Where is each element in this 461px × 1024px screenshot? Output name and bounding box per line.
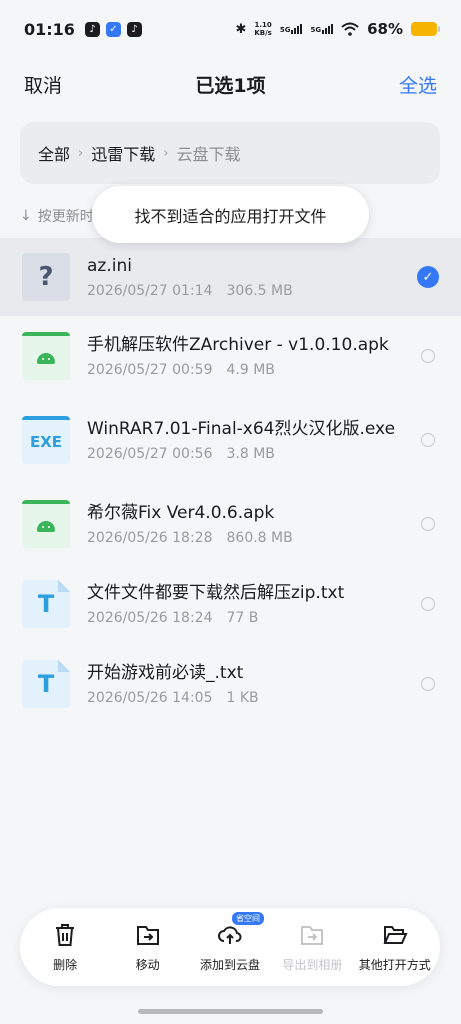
checkbox-unchecked-icon[interactable] [421, 349, 435, 363]
file-size: 306.5 MB [226, 282, 293, 299]
file-size: 3.8 MB [226, 445, 275, 462]
sort-arrow-icon: ↓ [20, 208, 32, 224]
breadcrumb-item-xunlei[interactable]: 迅雷下载 [91, 141, 155, 165]
text-file-icon: T [22, 580, 70, 628]
file-row[interactable]: 希尔薇Fix Ver4.0.6.apk 2026/05/26 18:28 860… [0, 484, 461, 564]
file-name: 文件文件都要下载然后解压zip.txt [87, 582, 345, 603]
move-icon [136, 925, 159, 945]
tiktok-icon: ♪ [126, 21, 142, 37]
chevron-right-icon: › [163, 145, 169, 161]
file-date: 2026/05/27 00:56 [87, 445, 213, 462]
cancel-button[interactable]: 取消 [24, 71, 62, 98]
android-apk-icon [22, 332, 70, 380]
app-notification-icon: ✓ [105, 21, 121, 37]
file-row[interactable]: T 开始游戏前必读_.txt 2026/05/26 14:05 1 KB [0, 644, 461, 724]
breadcrumb-item-all[interactable]: 全部 [38, 141, 70, 165]
file-row[interactable]: ? az.ini 2026/05/27 01:14 306.5 MB ✓ [0, 238, 461, 316]
bluetooth-icon: ✱ [235, 21, 247, 37]
file-name: az.ini [87, 255, 132, 276]
checkbox-unchecked-icon[interactable] [421, 677, 435, 691]
file-row[interactable]: 手机解压软件ZArchiver - v1.0.10.apk 2026/05/27… [0, 316, 461, 396]
file-size: 4.9 MB [226, 361, 275, 378]
chevron-right-icon: › [78, 145, 84, 161]
text-file-icon: T [22, 660, 70, 708]
file-size: 860.8 MB [226, 529, 293, 546]
network-speed: 1.10 KB/s [254, 21, 272, 37]
breadcrumb: 全部 › 迅雷下载 › 云盘下载 [20, 122, 440, 184]
signal-icon: 5G [310, 24, 334, 34]
file-name: 开始游戏前必读_.txt [87, 662, 244, 683]
file-date: 2026/05/27 01:14 [87, 282, 213, 299]
status-bar: 01:16 ♪ ✓ ♪ ✱ 1.10 KB/s 5G 5G 68% [0, 0, 461, 58]
exe-file-icon: EXE [22, 416, 70, 464]
cloud-upload-icon [218, 925, 242, 944]
title-bar: 取消 已选1项 全选 [0, 64, 461, 104]
tiktok-icon: ♪ [84, 21, 100, 37]
wifi-icon [341, 22, 359, 36]
android-apk-icon [22, 500, 70, 548]
home-indicator[interactable] [138, 1009, 323, 1014]
status-time: 01:16 [24, 19, 75, 39]
move-button[interactable]: 移动 [108, 922, 188, 973]
trash-icon [56, 923, 75, 946]
save-space-badge: 省空间 [231, 911, 264, 925]
add-to-cloud-button[interactable]: 省空间 添加到云盘 [190, 911, 270, 973]
checkbox-unchecked-icon[interactable] [421, 597, 435, 611]
checkbox-unchecked-icon[interactable] [421, 433, 435, 447]
file-date: 2026/05/27 00:59 [87, 361, 213, 378]
file-row[interactable]: T 文件文件都要下载然后解压zip.txt 2026/05/26 18:24 7… [0, 564, 461, 644]
checkbox-unchecked-icon[interactable] [421, 517, 435, 531]
file-date: 2026/05/26 18:24 [87, 609, 213, 626]
file-date: 2026/05/26 14:05 [87, 689, 213, 706]
breadcrumb-item-cloud: 云盘下载 [176, 145, 241, 164]
file-name: WinRAR7.01-Final-x64烈火汉化版.exe [87, 418, 396, 439]
file-date: 2026/05/26 18:28 [87, 529, 213, 546]
file-size: 77 B [226, 609, 259, 626]
battery-icon [411, 22, 440, 36]
file-row[interactable]: EXE WinRAR7.01-Final-x64烈火汉化版.exe 2026/0… [0, 396, 461, 484]
open-with-other-button[interactable]: 其他打开方式 [355, 922, 435, 973]
file-name: 手机解压软件ZArchiver - v1.0.10.apk [87, 334, 389, 355]
file-name: 希尔薇Fix Ver4.0.6.apk [87, 502, 275, 523]
export-to-album-button[interactable]: 导出到相册 [272, 922, 352, 973]
unknown-file-icon: ? [22, 253, 70, 301]
page-title: 已选1项 [195, 74, 266, 97]
bottom-toolbar: 删除 移动 省空间 添加到云盘 导出到相册 其他打开方式 [20, 908, 440, 986]
export-icon [301, 925, 324, 945]
file-list: ? az.ini 2026/05/27 01:14 306.5 MB ✓ 手机解… [0, 238, 461, 724]
signal-icon: 5G [280, 24, 303, 34]
delete-button[interactable]: 删除 [25, 922, 105, 973]
checkbox-checked-icon[interactable]: ✓ [417, 266, 439, 288]
select-all-button[interactable]: 全选 [399, 71, 437, 98]
open-folder-icon [383, 925, 408, 944]
battery-percent: 68% [367, 20, 403, 38]
file-size: 1 KB [226, 689, 259, 706]
toast-message: 找不到适合的应用打开文件 [92, 186, 369, 243]
